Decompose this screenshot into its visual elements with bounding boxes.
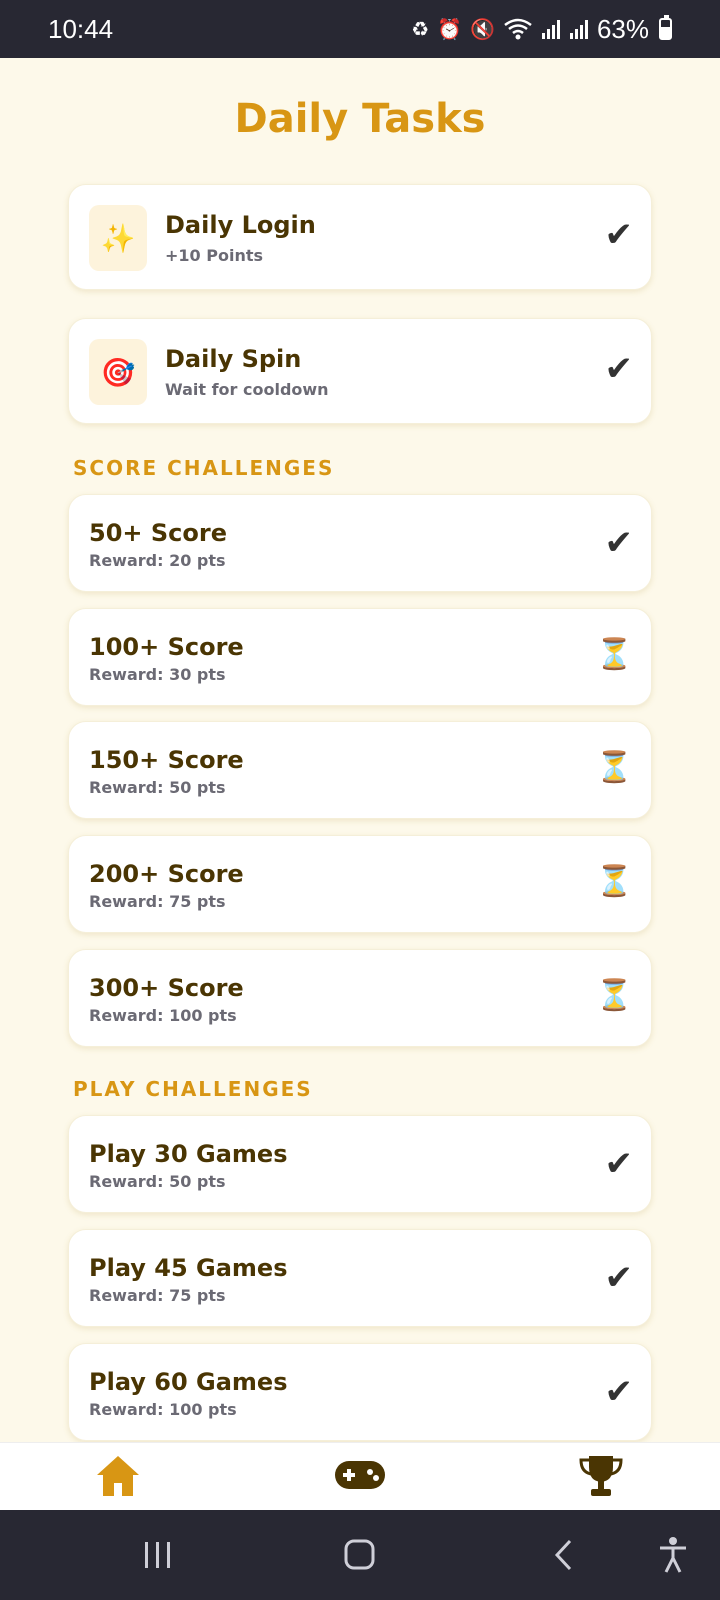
task-title: 300+ Score (89, 974, 244, 1002)
check-icon: ✔ (604, 523, 634, 563)
task-title: Play 45 Games (89, 1254, 288, 1282)
task-title: 50+ Score (89, 519, 227, 547)
task-subtitle: +10 Points (165, 246, 264, 265)
recent-apps-icon[interactable] (142, 1540, 174, 1570)
hourglass-icon: ⏳ (595, 750, 633, 785)
check-icon: ✔ (604, 1144, 634, 1184)
task-title: Play 30 Games (89, 1140, 288, 1168)
task-subtitle: Reward: 75 pts (89, 892, 226, 911)
check-icon: ✔ (604, 349, 634, 389)
score-challenge-card[interactable]: 150+ Score Reward: 50 pts ⏳ (68, 721, 652, 819)
signal-icon (569, 20, 588, 39)
task-subtitle: Reward: 30 pts (89, 665, 226, 684)
play-challenge-card[interactable]: Play 60 Games Reward: 100 pts ✔ (68, 1343, 652, 1441)
task-subtitle: Reward: 20 pts (89, 551, 226, 570)
battery-percent: 63% (596, 13, 649, 44)
target-icon: 🎯 (89, 339, 147, 405)
task-title: 100+ Score (89, 633, 244, 661)
signal-icon (541, 20, 560, 39)
status-bar: 10:44 ♻ ⏰ 🔇 63% (0, 0, 720, 58)
task-title: Daily Spin (165, 345, 302, 373)
task-title: Play 60 Games (89, 1368, 288, 1396)
wifi-icon (504, 18, 532, 40)
daily-login-card[interactable]: ✨ Daily Login +10 Points ✔ (68, 184, 652, 290)
task-title: Daily Login (165, 211, 316, 239)
status-time: 10:44 (48, 13, 114, 44)
sparkles-icon: ✨ (89, 205, 147, 271)
home-button-icon[interactable] (344, 1538, 376, 1572)
bottom-nav (0, 1442, 720, 1510)
check-icon: ✔ (604, 1372, 634, 1412)
score-challenge-card[interactable]: 200+ Score Reward: 75 pts ⏳ (68, 835, 652, 933)
alarm-icon: ⏰ (437, 18, 463, 41)
play-challenge-card[interactable]: Play 30 Games Reward: 50 pts ✔ (68, 1115, 652, 1213)
score-challenge-card[interactable]: 300+ Score Reward: 100 pts ⏳ (68, 949, 652, 1047)
task-subtitle: Reward: 50 pts (89, 1172, 226, 1191)
task-subtitle: Reward: 100 pts (89, 1400, 237, 1419)
battery-saver-icon: ♻ (411, 18, 430, 41)
home-icon[interactable] (94, 1453, 142, 1499)
task-subtitle: Reward: 75 pts (89, 1286, 226, 1305)
check-icon: ✔ (604, 1258, 634, 1298)
back-icon[interactable] (552, 1538, 576, 1572)
task-subtitle: Reward: 50 pts (89, 778, 226, 797)
section-play-challenges: PLAY CHALLENGES (73, 1077, 313, 1101)
section-score-challenges: SCORE CHALLENGES (73, 456, 335, 480)
daily-spin-card[interactable]: 🎯 Daily Spin Wait for cooldown ✔ (68, 318, 652, 424)
hourglass-icon: ⏳ (595, 978, 633, 1013)
score-challenge-card[interactable]: 100+ Score Reward: 30 pts ⏳ (68, 608, 652, 706)
page-title: Daily Tasks (234, 96, 486, 142)
status-icons: ♻ ⏰ 🔇 63% (411, 14, 672, 45)
task-subtitle: Reward: 100 pts (89, 1006, 237, 1025)
hourglass-icon: ⏳ (595, 864, 633, 899)
check-icon: ✔ (604, 215, 634, 255)
play-challenge-card[interactable]: Play 45 Games Reward: 75 pts ✔ (68, 1229, 652, 1327)
mute-icon: 🔇 (470, 18, 495, 41)
gamepad-icon[interactable] (334, 1457, 386, 1493)
task-subtitle: Wait for cooldown (165, 380, 329, 399)
task-title: 200+ Score (89, 860, 244, 888)
score-challenge-card[interactable]: 50+ Score Reward: 20 pts ✔ (68, 494, 652, 592)
accessibility-icon[interactable] (658, 1536, 688, 1574)
system-nav-bar (0, 1510, 720, 1600)
task-title: 150+ Score (89, 746, 244, 774)
trophy-icon[interactable] (578, 1453, 624, 1499)
hourglass-icon: ⏳ (595, 637, 633, 672)
tasks-screen[interactable]: Daily Tasks ✨ Daily Login +10 Points ✔ 🎯… (0, 58, 720, 1442)
battery-icon (659, 15, 672, 40)
